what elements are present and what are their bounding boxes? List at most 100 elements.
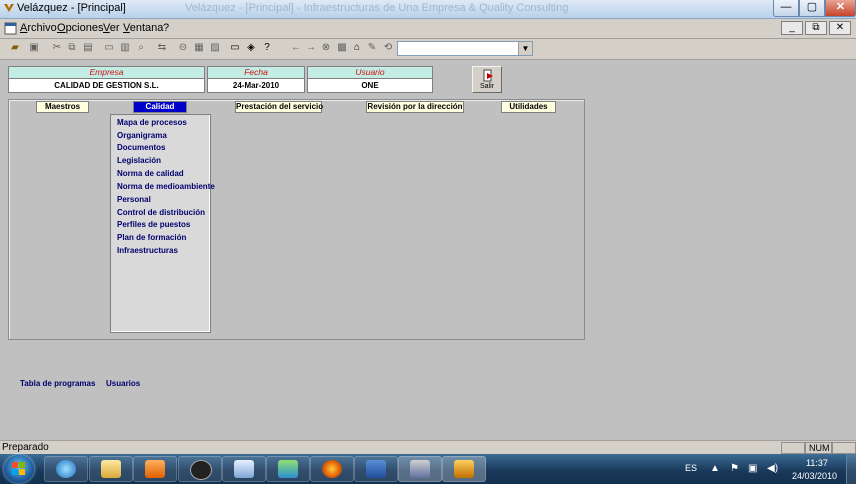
title-bar: Velázquez - [Principal] Velázquez - [Pri… (0, 0, 856, 19)
start-button[interactable] (4, 455, 34, 483)
module-panel (8, 99, 585, 340)
tab-revision-por-la-direccion[interactable]: Revisión por la dirección (366, 101, 464, 113)
replace-icon[interactable]: ⇆ (156, 42, 168, 54)
report-icon[interactable]: ▨ (209, 42, 221, 54)
home-icon[interactable]: ⌂ (351, 42, 363, 54)
taskbar-file-explorer[interactable] (89, 456, 133, 482)
hp-icon (190, 460, 212, 480)
history-icon[interactable]: ⟲ (382, 42, 394, 54)
menu-help[interactable]: ? (163, 22, 169, 34)
paste-icon[interactable]: ▤ (82, 42, 94, 54)
salir-button[interactable]: Salir (472, 66, 502, 93)
submenu-item-infraestructuras[interactable]: Infraestructuras (117, 246, 178, 255)
window-title-faded: Velázquez - [Principal] - Infraestructur… (185, 2, 569, 14)
clock-time[interactable]: 11:37 (806, 458, 828, 468)
media-player-icon (145, 460, 165, 478)
volume-icon[interactable]: ◀) (767, 463, 778, 474)
link-tabla-de-programas[interactable]: Tabla de programas (20, 379, 95, 388)
network-icon[interactable]: ▣ (748, 463, 757, 474)
action-center-flag-icon[interactable]: ⚑ (730, 463, 739, 474)
menu-archivo[interactable]: Archivo (20, 22, 57, 34)
taskbar-chart-app[interactable] (222, 456, 266, 482)
save-icon[interactable]: ▣ (28, 42, 40, 54)
mdi-restore-button[interactable]: ⧉ (805, 21, 827, 35)
forward-icon[interactable]: → (305, 42, 317, 54)
status-pane-empty (781, 442, 805, 454)
taskbar-firefox[interactable] (310, 456, 354, 482)
taskbar-velazquez[interactable] (442, 456, 486, 482)
menu-ver[interactable]: Ver (103, 22, 120, 34)
submenu-item-legislacion[interactable]: Legislación (117, 156, 161, 165)
submenu-item-plan-de-formacion[interactable]: Plan de formación (117, 233, 186, 242)
back-icon[interactable]: ← (290, 42, 302, 54)
tray-expand-icon[interactable]: ▲ (710, 463, 720, 474)
chart-icon (234, 460, 254, 478)
submenu-item-documentos[interactable]: Documentos (117, 143, 165, 152)
submenu-item-norma-de-medioambiente[interactable]: Norma de medioambiente (117, 182, 215, 191)
find-icon[interactable]: ⌕ (135, 42, 147, 54)
maximize-button[interactable]: ▢ (799, 0, 825, 17)
status-pane-num: NUM (805, 442, 832, 454)
velazquez-icon (454, 460, 474, 478)
firefox-icon (322, 460, 342, 478)
cut-icon[interactable]: ✂ (51, 42, 63, 54)
salir-label: Salir (479, 83, 494, 90)
show-desktop-button[interactable] (846, 454, 856, 484)
print-icon[interactable]: ▭ (103, 42, 115, 54)
close-button[interactable]: ✕ (825, 0, 856, 17)
taskbar-word[interactable] (354, 456, 398, 482)
taskbar-messenger[interactable] (266, 456, 310, 482)
velazquez-app-icon (4, 4, 14, 12)
taskbar-velazquez-editor[interactable] (398, 456, 442, 482)
taskbar-media-player[interactable] (133, 456, 177, 482)
clock-date[interactable]: 24/03/2010 (792, 471, 837, 481)
submenu-item-mapa-de-procesos[interactable]: Mapa de procesos (117, 118, 187, 127)
submenu-item-control-de-distribucion[interactable]: Control de distribución (117, 208, 205, 217)
menu-ventana[interactable]: Ventana (123, 22, 163, 34)
calc-icon[interactable]: ▦ (193, 42, 205, 54)
velazquez-editor-icon (410, 460, 430, 478)
chevron-down-icon[interactable]: ▼ (518, 42, 532, 55)
internet-explorer-icon (56, 460, 76, 478)
language-indicator[interactable]: ES (685, 463, 697, 473)
submenu-item-personal[interactable]: Personal (117, 195, 151, 204)
tab-calidad[interactable]: Calidad (133, 101, 187, 113)
messenger-icon (278, 460, 298, 478)
link-usuarios[interactable]: Usuarios (106, 379, 140, 388)
status-pane-empty-2 (832, 442, 856, 454)
empresa-value: CALIDAD DE GESTION S.L. (8, 78, 205, 93)
monitor-icon[interactable]: ▭ (229, 42, 241, 54)
tab-utilidades[interactable]: Utilidades (501, 101, 556, 113)
url-combo[interactable]: ▼ (397, 41, 533, 56)
usuario-label: Usuario (307, 66, 433, 78)
fecha-label: Fecha (207, 66, 305, 78)
tab-prestacion-del-servicio[interactable]: Prestación del servicio (235, 101, 323, 113)
favorites-icon[interactable]: ✎ (366, 42, 378, 54)
document-window-icon[interactable] (4, 22, 17, 35)
submenu-item-organigrama[interactable]: Organigrama (117, 131, 167, 140)
mdi-minimize-button[interactable]: _ (781, 21, 803, 35)
refresh-icon[interactable]: ▩ (336, 42, 348, 54)
taskbar-hp-app[interactable] (178, 456, 222, 482)
status-text: Preparado (2, 442, 49, 453)
menu-opciones[interactable]: Opciones (57, 22, 103, 34)
copy-icon[interactable]: ⧉ (66, 42, 78, 54)
windows-logo-icon (12, 462, 25, 475)
submenu-item-perfiles-de-puestos[interactable]: Perfiles de puestos (117, 220, 190, 229)
mdi-close-button[interactable]: ✕ (829, 21, 851, 35)
eraser-icon[interactable]: ◈ (245, 42, 257, 54)
window-title: Velázquez - [Principal] (17, 2, 126, 14)
fecha-value: 24-Mar-2010 (207, 78, 305, 93)
open-icon[interactable]: ▰ (9, 42, 21, 54)
submenu-item-norma-de-calidad[interactable]: Norma de calidad (117, 169, 184, 178)
link-icon[interactable]: ⊝ (177, 42, 189, 54)
help-icon[interactable]: ? (261, 42, 273, 54)
calidad-submenu: Mapa de procesos Organigrama Documentos … (110, 114, 215, 333)
taskbar-internet-explorer[interactable] (44, 456, 88, 482)
stop-icon[interactable]: ⊗ (320, 42, 332, 54)
exit-door-icon (483, 69, 493, 82)
preview-icon[interactable]: ▥ (119, 42, 131, 54)
tab-maestros[interactable]: Maestros (36, 101, 89, 113)
minimize-button[interactable]: — (773, 0, 799, 17)
usuario-value: ONE (307, 78, 433, 93)
